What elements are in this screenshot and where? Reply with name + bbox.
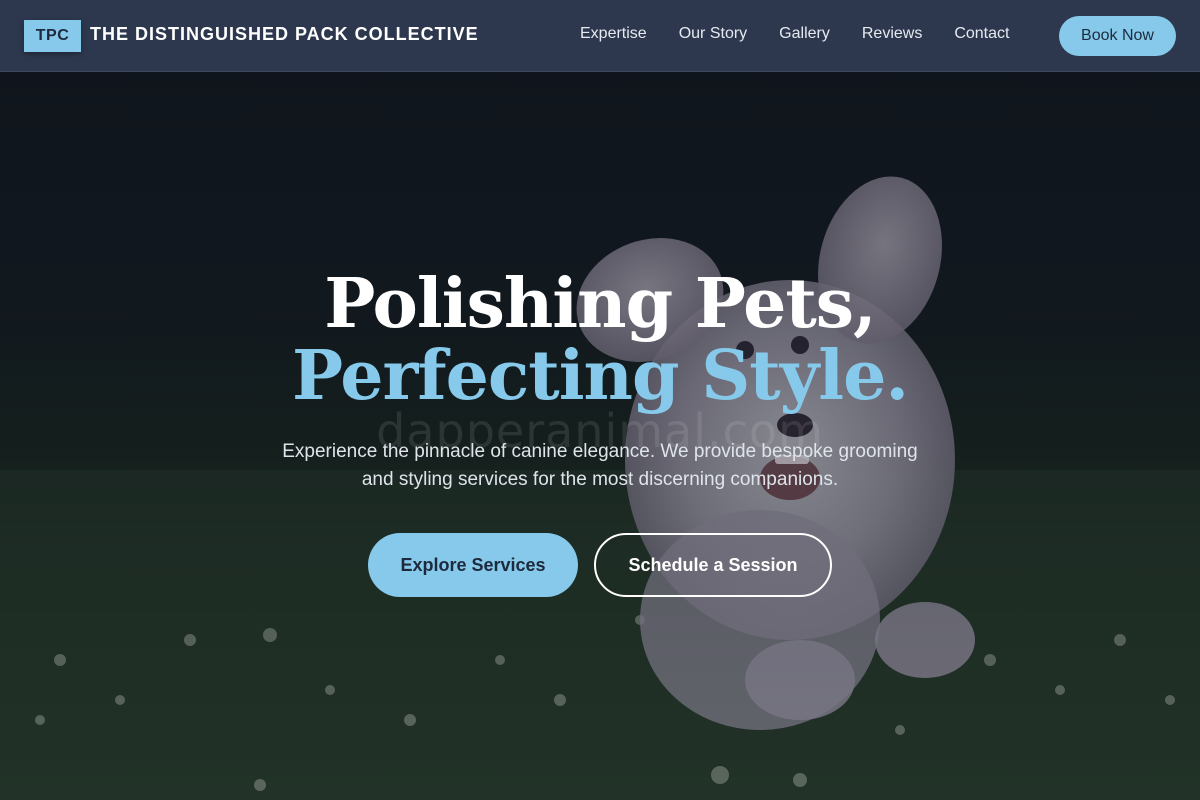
schedule-session-button[interactable]: Schedule a Session — [594, 533, 832, 597]
explore-services-button[interactable]: Explore Services — [368, 533, 578, 597]
headline-line-2: Perfecting Style. — [291, 336, 909, 416]
hero-section: dapperanimal.com Polishing Pets, Perfect… — [0, 0, 1200, 800]
nav-link-expertise[interactable]: Expertise — [580, 25, 647, 43]
book-now-button[interactable]: Book Now — [1059, 16, 1176, 56]
nav-link-gallery[interactable]: Gallery — [779, 25, 830, 43]
nav-link-reviews[interactable]: Reviews — [862, 25, 922, 43]
main-nav: Expertise Our Story Gallery Reviews Cont… — [580, 25, 1041, 43]
brand-name[interactable]: THE DISTINGUISHED PACK COLLECTIVE — [90, 24, 479, 45]
hero-headline: Polishing Pets, Perfecting Style. — [0, 268, 1200, 412]
hero-subtext: Experience the pinnacle of canine elegan… — [282, 441, 918, 490]
nav-link-our-story[interactable]: Our Story — [679, 25, 747, 43]
logo-badge[interactable]: TPC — [24, 20, 81, 52]
headline-line-1: Polishing Pets, — [324, 264, 876, 344]
top-navbar: TPC THE DISTINGUISHED PACK COLLECTIVE Ex… — [0, 0, 1200, 72]
nav-link-contact[interactable]: Contact — [954, 25, 1009, 43]
